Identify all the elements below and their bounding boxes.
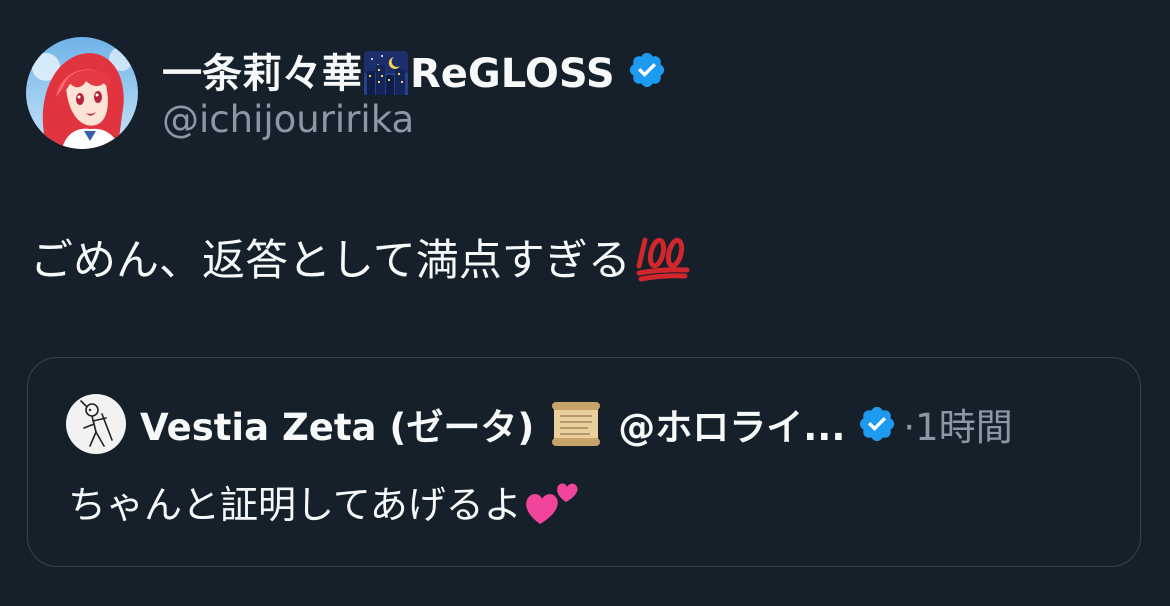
quoted-tweet-text: ちゃんと証明してあげるよ: [68, 483, 522, 527]
hundred-points-icon: [636, 237, 690, 282]
author-name-part1: 一条莉々華: [162, 51, 362, 97]
author-display-name[interactable]: 一条莉々華 ReGLOSS: [162, 41, 615, 99]
author-avatar[interactable]: [26, 37, 138, 149]
display-name-row: 一条莉々華 ReGLOSS: [162, 42, 667, 98]
quoted-tweet-header: Vestia Zeta (ゼータ) @ホロライ... ·1時間: [66, 394, 1013, 454]
quoted-author-name[interactable]: Vestia Zeta (ゼータ): [140, 397, 534, 451]
tweet-card: 一条莉々華 ReGLOSS @ichijouririka ごめん、返答として満点…: [0, 0, 1170, 606]
author-avatar-image: [26, 37, 138, 149]
scroll-icon: [552, 402, 601, 446]
two-hearts-icon: [525, 482, 578, 524]
time-label: 1時間: [915, 406, 1013, 449]
author-handle[interactable]: @ichijouririka: [162, 98, 667, 141]
quoted-tweet-body: ちゃんと証明してあげるよ: [68, 474, 582, 529]
quoted-timestamp[interactable]: ·1時間: [903, 397, 1012, 451]
quoted-verified-badge-icon[interactable]: [857, 404, 897, 444]
tweet-header: 一条莉々華 ReGLOSS @ichijouririka: [26, 37, 667, 149]
quoted-tweet[interactable]: Vestia Zeta (ゼータ) @ホロライ... ·1時間 ちゃんと証明して…: [27, 357, 1141, 567]
time-separator: ·: [903, 406, 916, 449]
author-name-part2: ReGLOSS: [410, 51, 615, 97]
night-city-emoji-icon: [364, 51, 408, 95]
tweet-text: ごめん、返答として満点すぎる: [30, 236, 631, 286]
tweet-body: ごめん、返答として満点すぎる: [30, 226, 691, 288]
quoted-avatar-image: [66, 394, 126, 454]
author-names: 一条莉々華 ReGLOSS @ichijouririka: [162, 42, 667, 141]
verified-badge-icon[interactable]: [627, 50, 667, 90]
quoted-author-handle[interactable]: @ホロライ...: [618, 397, 845, 451]
quoted-author-avatar[interactable]: [66, 394, 126, 454]
